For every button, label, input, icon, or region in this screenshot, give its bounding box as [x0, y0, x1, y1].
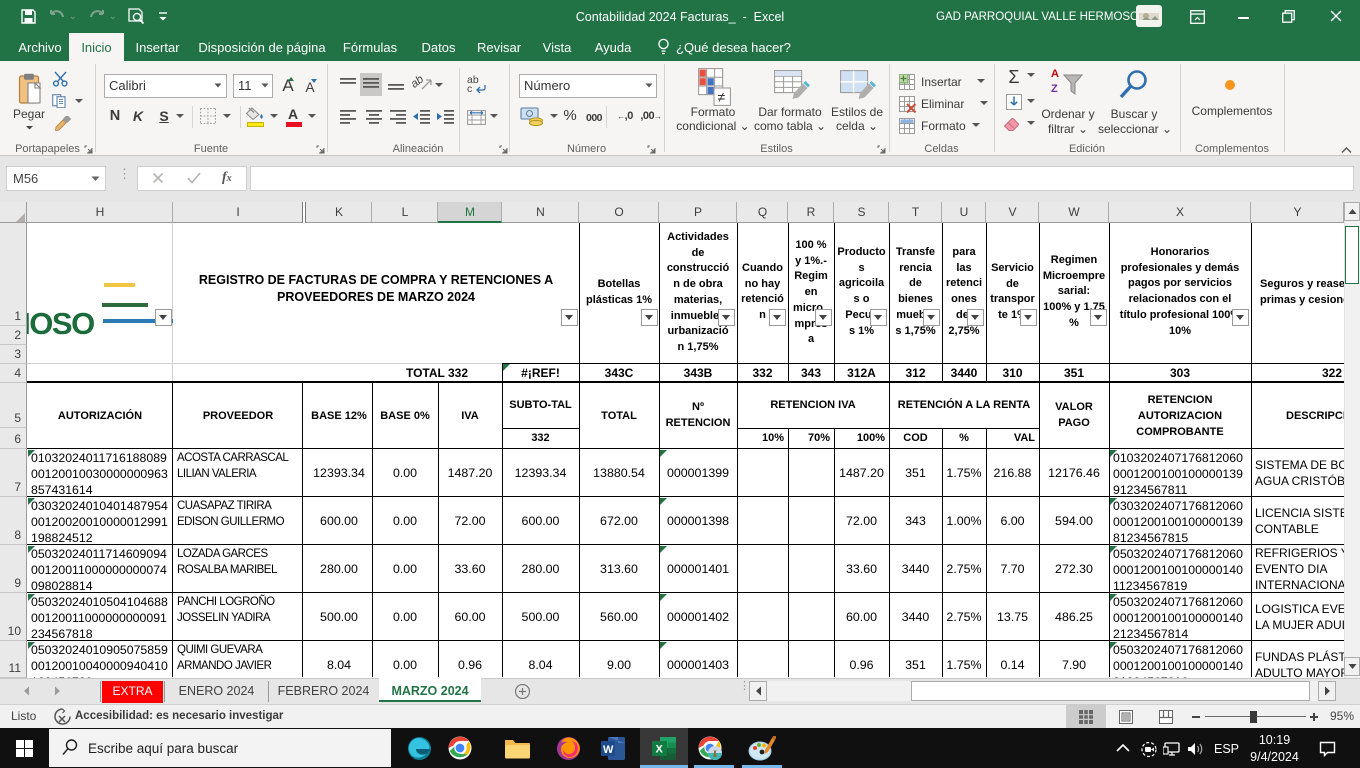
svg-text:≠: ≠	[718, 89, 726, 105]
svg-text:X: X	[656, 744, 664, 756]
svg-text:W: W	[603, 744, 614, 756]
